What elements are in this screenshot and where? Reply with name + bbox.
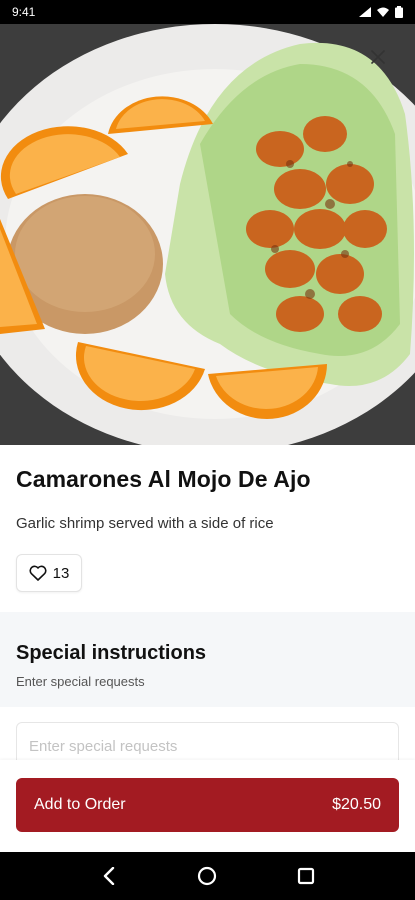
status-time: 9:41 bbox=[12, 5, 36, 19]
navigation-bar bbox=[0, 852, 415, 900]
price-label: $20.50 bbox=[332, 796, 381, 813]
wifi-icon bbox=[377, 7, 389, 17]
status-bar: 9:41 bbox=[0, 0, 415, 24]
back-button[interactable] bbox=[94, 861, 124, 891]
close-icon bbox=[371, 50, 385, 64]
home-button[interactable] bbox=[192, 861, 222, 891]
add-to-order-label: Add to Order bbox=[34, 796, 126, 813]
recents-button[interactable] bbox=[291, 861, 321, 891]
heart-icon bbox=[29, 565, 47, 581]
add-to-order-button[interactable]: Add to Order $20.50 bbox=[16, 778, 399, 832]
recents-icon bbox=[297, 867, 314, 885]
dish-illustration bbox=[0, 24, 415, 445]
footer: Add to Order $20.50 bbox=[0, 760, 415, 852]
battery-icon bbox=[395, 6, 403, 18]
section-title: Special instructions bbox=[16, 642, 207, 664]
signal-icon bbox=[359, 7, 371, 17]
like-count: 13 bbox=[52, 564, 70, 582]
like-button[interactable]: 13 bbox=[16, 554, 82, 592]
special-instructions-section: Special instructions Enter special reque… bbox=[0, 612, 415, 707]
home-icon bbox=[198, 866, 217, 886]
close-button[interactable] bbox=[371, 50, 395, 74]
item-description: Garlic shrimp served with a side of rice bbox=[16, 515, 274, 532]
back-icon bbox=[103, 867, 115, 885]
item-title: Camarones Al Mojo De Ajo bbox=[16, 466, 311, 492]
section-subtitle: Enter special requests bbox=[16, 674, 145, 689]
dish-photo bbox=[0, 24, 415, 445]
status-icons bbox=[359, 6, 403, 18]
